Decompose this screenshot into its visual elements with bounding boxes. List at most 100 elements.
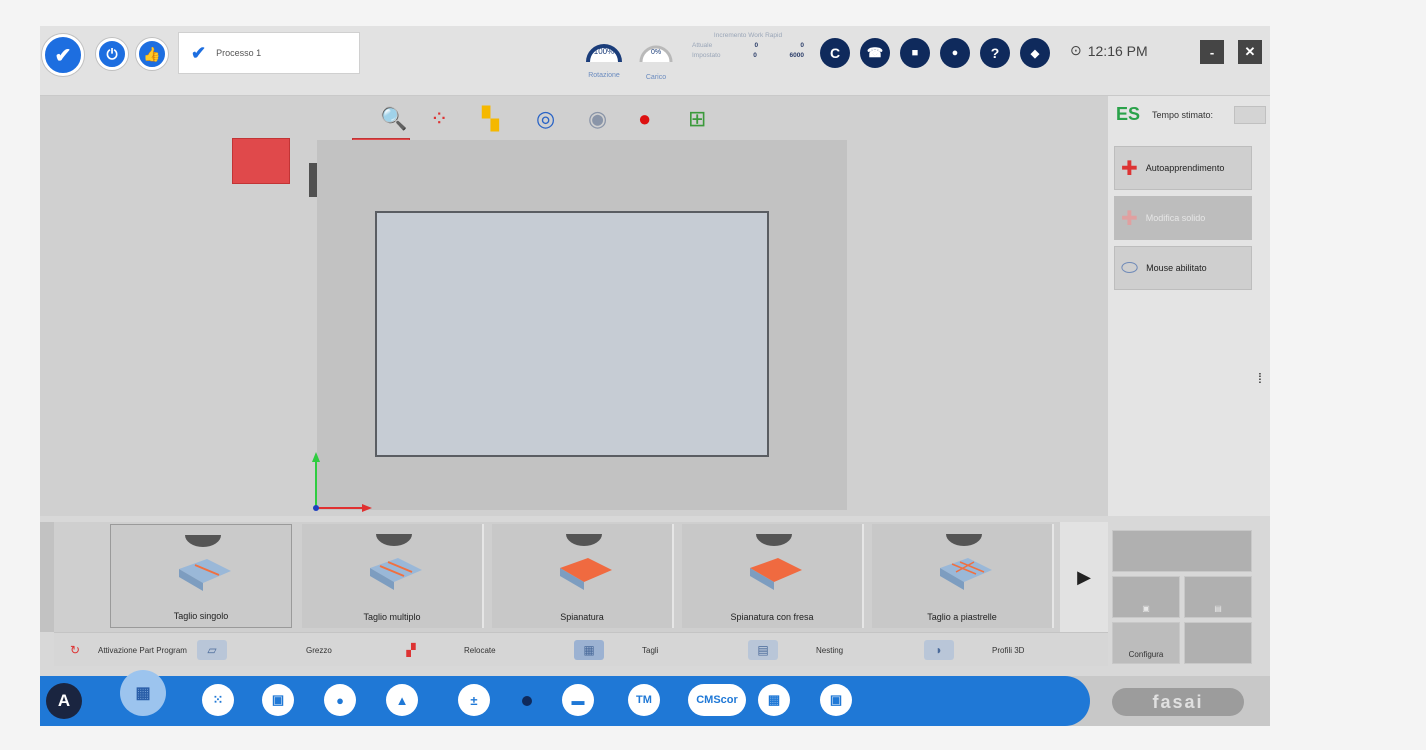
plus-list-icon[interactable]: ± — [458, 684, 490, 716]
op-taglio-a-piastrelle[interactable]: Taglio a piastrelle — [872, 524, 1054, 628]
clock: ⊙ 12:16 PM — [1070, 42, 1148, 59]
rl-disabled-button[interactable] — [1184, 622, 1252, 664]
configura-button[interactable]: Configura — [1112, 622, 1180, 664]
cleaning-icon[interactable]: ▲ — [386, 684, 418, 716]
settings-drop-icon[interactable]: ◆ — [1020, 38, 1050, 68]
op-label: Taglio singolo — [173, 611, 229, 621]
puzzle-icon[interactable]: ▣ — [262, 684, 294, 716]
close-button[interactable]: ✕ — [1238, 40, 1262, 64]
tab-attivazione[interactable]: ↻ Attivazione Part Program ▱ — [60, 637, 227, 663]
tab-label: Nesting — [816, 645, 844, 655]
op-spianatura-con-fresa[interactable]: Spianatura con fresa — [682, 524, 864, 628]
user-icon[interactable]: ● — [940, 38, 970, 68]
dot-icon — [522, 696, 532, 706]
cms-icon[interactable]: CMScor — [688, 684, 746, 716]
set-b: 6000 — [789, 52, 804, 59]
process-selector[interactable]: ✔ Processo 1 — [178, 32, 360, 74]
zoom-icon[interactable]: 🔍 — [380, 106, 407, 132]
red-block-left — [232, 138, 290, 184]
tab-relocate[interactable]: ▞ Relocate — [396, 637, 495, 663]
workpiece[interactable] — [375, 211, 769, 457]
stop-icon[interactable]: ● — [638, 106, 651, 132]
mouse-abilitato-label: Mouse abilitato — [1146, 263, 1207, 273]
nesting-icon: ▤ — [748, 640, 778, 660]
app-window: ✔ ⏻ 👍 ✔ Processo 1 100% Rotazione 0% Car… — [40, 26, 1270, 726]
top-bar: ✔ ⏻ 👍 ✔ Processo 1 100% Rotazione 0% Car… — [40, 26, 1270, 96]
process-label: Processo 1 — [216, 48, 262, 58]
taskbar-blue: A ▦ ⁙ ▣ ● ▲ ± ▬ TM CMScor ▦ ▣ — [40, 670, 1090, 726]
tab-tagli[interactable]: ▦ Tagli — [574, 637, 658, 663]
target-icon: ✚ — [1121, 157, 1138, 180]
rl-monitor-button[interactable]: ▣ — [1112, 576, 1180, 618]
tab-profili-3d[interactable]: ◗ Profili 3D — [924, 637, 1024, 663]
rl-top-button[interactable] — [1112, 530, 1252, 572]
actual-b: 0 — [800, 42, 804, 49]
tile-cut-icon — [940, 534, 992, 590]
actual-label: Attuale — [692, 42, 713, 49]
mill-flattening-icon — [750, 534, 802, 590]
mouse-abilitato-button[interactable]: ⬭ Mouse abilitato — [1114, 246, 1252, 290]
autoapprendimento-label: Autoapprendimento — [1145, 163, 1225, 173]
camera-icon[interactable]: ■ — [900, 38, 930, 68]
modifica-solido-button[interactable]: ✚ Modifica solido — [1114, 196, 1252, 240]
modifica-solido-label: Modifica solido — [1145, 213, 1206, 223]
a-icon[interactable]: A — [46, 683, 82, 719]
clock-time: 12:16 PM — [1087, 42, 1148, 59]
apps-grid-icon[interactable]: ▦ — [120, 670, 166, 716]
op-spianatura[interactable]: Spianatura — [492, 524, 674, 628]
tab-label: Grezzo — [306, 645, 332, 655]
load-value: 0% — [651, 49, 661, 56]
help-icon[interactable]: ? — [980, 38, 1010, 68]
minimize-button[interactable]: - — [1200, 40, 1224, 64]
edit-solid-icon: ✚ — [1121, 207, 1138, 230]
person-icon[interactable]: ● — [324, 684, 356, 716]
set-a: 0 — [753, 52, 757, 59]
cuts-icon: ▦ — [574, 640, 604, 660]
clock-icon: ⊙ — [1070, 42, 1082, 58]
card-icon[interactable]: ▬ — [562, 684, 594, 716]
c-icon[interactable]: C — [820, 38, 850, 68]
op-label: Spianatura con fresa — [730, 612, 814, 622]
profile-icon: ◗ — [924, 640, 954, 660]
rotation-label: Rotazione — [588, 72, 620, 79]
op-taglio-singolo[interactable]: Taglio singolo — [110, 524, 292, 628]
op-taglio-multiplo[interactable]: Taglio multiplo — [302, 524, 484, 628]
power-button[interactable]: ⏻ — [96, 38, 128, 70]
brand-logo: fasai — [1112, 688, 1244, 716]
tm-icon[interactable]: TM — [628, 684, 660, 716]
side-handle-icon[interactable]: ⁞ — [1258, 370, 1262, 386]
right-lower-grid: ▣ ▤ Configura — [1112, 530, 1252, 666]
mouse-icon: ⬭ — [1121, 256, 1139, 279]
autoapprendimento-button[interactable]: ✚ Autoapprendimento — [1114, 146, 1252, 190]
multi-saw-icon — [370, 534, 422, 590]
saw-machine-icon — [179, 535, 231, 591]
load-label: Carico — [645, 74, 667, 81]
block-icon: ▱ — [196, 640, 227, 660]
right-panel: ES Tempo stimato: ✚ Autoapprendimento ✚ … — [1108, 96, 1270, 516]
calculator-icon[interactable]: ▦ — [758, 684, 790, 716]
views-icon[interactable]: ◎ — [536, 106, 555, 132]
rotation-gauge: 100% — [586, 44, 622, 63]
confirm-check-button[interactable]: ✔ — [42, 34, 84, 76]
ops-scroll-right-button[interactable]: ▶ — [1060, 522, 1108, 632]
tab-label: Attivazione Part Program — [98, 645, 187, 655]
category-tabs: ↻ Attivazione Part Program ▱ Grezzo ▞ Re… — [54, 632, 1108, 666]
3d-viewport[interactable]: 🔍 ⁘ ▚ ◎ ◉ ● ⊞ — [40, 96, 1108, 516]
cylinders-icon[interactable]: ◉ — [588, 106, 607, 132]
molecule-icon[interactable]: ⁙ — [202, 684, 234, 716]
tab-grezzo[interactable]: Grezzo — [306, 637, 332, 663]
terminal-icon[interactable]: ▣ — [820, 684, 852, 716]
tab-label: Tagli — [642, 645, 659, 655]
tab-label: Profili 3D — [992, 645, 1025, 655]
refresh-icon: ↻ — [69, 643, 81, 657]
rl-table-button[interactable]: ▤ — [1184, 576, 1252, 618]
layers-icon[interactable]: ▚ — [482, 106, 499, 132]
axis-gizmo — [312, 452, 372, 512]
phone-icon[interactable]: ☎ — [860, 38, 890, 68]
tab-nesting[interactable]: ▤ Nesting — [748, 637, 843, 663]
thumbs-up-button[interactable]: 👍 — [136, 38, 168, 70]
configura-label: Configura — [1128, 650, 1164, 659]
op-label: Spianatura — [560, 612, 604, 622]
tree-icon[interactable]: ⊞ — [688, 106, 706, 132]
points-icon[interactable]: ⁘ — [430, 106, 448, 132]
